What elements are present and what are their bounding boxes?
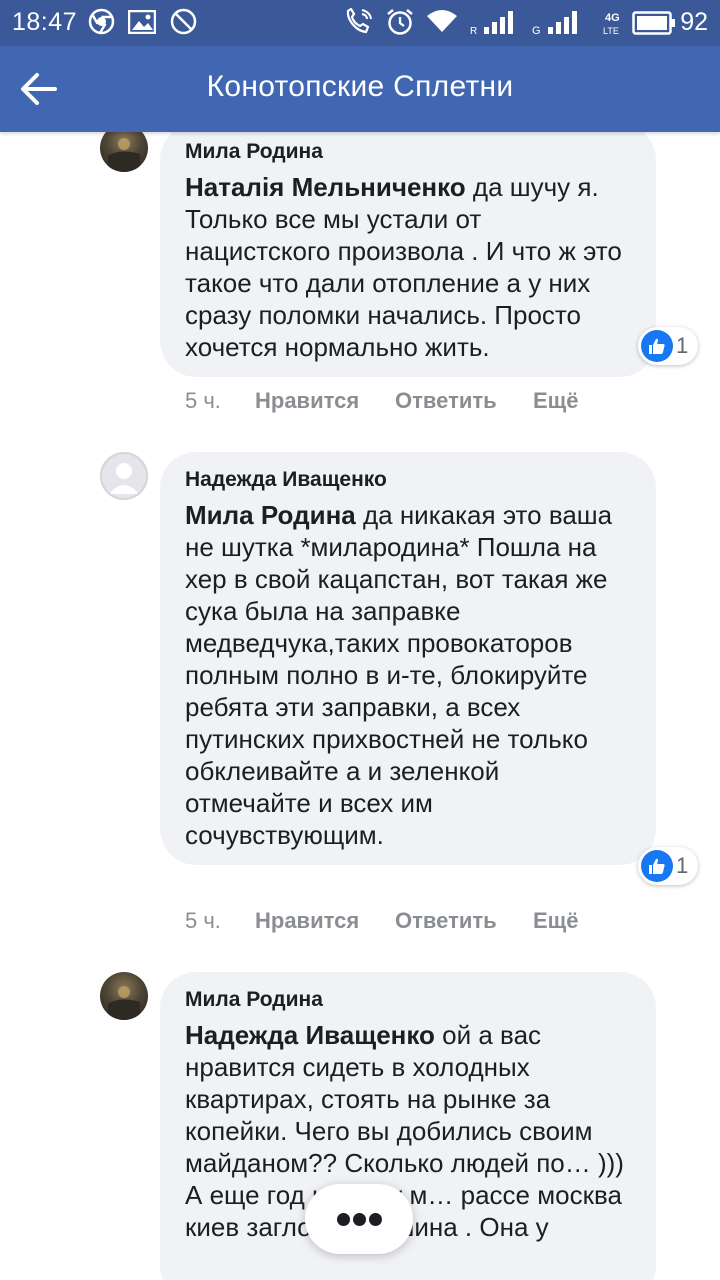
comment-bubble: Мила Родина Наталія Мельниченко да шучу … bbox=[160, 124, 656, 377]
comment-time: 5 ч. bbox=[185, 908, 221, 933]
page-title: Конотопские Сплетни bbox=[206, 70, 514, 103]
like-button[interactable]: Нравится bbox=[255, 908, 359, 934]
comment-time: 5 ч. bbox=[185, 388, 221, 413]
signal-g-label: G bbox=[532, 25, 541, 36]
avatar[interactable] bbox=[100, 452, 148, 500]
comment-author[interactable]: Мила Родина bbox=[185, 138, 632, 166]
network-lte-label: LTE bbox=[603, 26, 619, 36]
reaction-badge[interactable]: 1 bbox=[638, 847, 698, 885]
wifi-calling-icon bbox=[344, 7, 374, 40]
reply-button[interactable]: Ответить bbox=[395, 908, 497, 934]
app-bar: Конотопские Сплетни bbox=[0, 46, 720, 132]
network-4g-label: 4G bbox=[605, 12, 620, 24]
comment-bubble: Надежда Иващенко Мила Родина да никакая … bbox=[160, 452, 656, 865]
chrome-icon bbox=[88, 8, 115, 40]
status-time: 18:47 bbox=[12, 8, 78, 36]
do-not-disturb-icon bbox=[170, 8, 197, 40]
more-button[interactable]: Ещё bbox=[533, 908, 578, 934]
signal-r-label: R bbox=[470, 26, 477, 36]
comment-text: Мила Родина да никакая это ваша не шутка… bbox=[185, 499, 632, 851]
like-reaction-icon bbox=[641, 330, 673, 362]
reaction-badge[interactable]: 1 bbox=[638, 327, 698, 365]
like-reaction-icon bbox=[641, 850, 673, 882]
reaction-count: 1 bbox=[676, 853, 689, 878]
comment-author[interactable]: Мила Родина bbox=[185, 986, 632, 1014]
signal-r-icon: R bbox=[470, 10, 526, 41]
comment-mention[interactable]: Наталія Мельниченко bbox=[185, 172, 466, 202]
signal-4g-lte-icon: 4G LTE bbox=[603, 9, 629, 42]
comment-message: да никакая это ваша не шутка *милародина… bbox=[185, 500, 613, 850]
like-button[interactable]: Нравится bbox=[255, 388, 359, 414]
comment-mention[interactable]: Мила Родина bbox=[185, 500, 356, 530]
more-options-button[interactable] bbox=[305, 1184, 413, 1254]
comment-mention[interactable]: Надежда Иващенко bbox=[185, 1020, 435, 1050]
reply-button[interactable]: Ответить bbox=[395, 388, 497, 414]
battery-icon bbox=[632, 11, 676, 40]
signal-g-icon: G bbox=[532, 10, 592, 41]
wifi-icon bbox=[426, 8, 458, 39]
comment-author[interactable]: Надежда Иващенко bbox=[185, 466, 632, 494]
reaction-count: 1 bbox=[676, 333, 689, 358]
image-icon bbox=[127, 9, 157, 39]
avatar[interactable] bbox=[100, 972, 148, 1020]
alarm-icon bbox=[386, 8, 414, 41]
comment-text: Наталія Мельниченко да шучу я. Только вс… bbox=[185, 171, 632, 363]
more-button[interactable]: Ещё bbox=[533, 388, 578, 414]
battery-percentage: 92 bbox=[680, 8, 708, 36]
status-bar: 18:47 R G 4G LTE 92 bbox=[0, 0, 720, 46]
